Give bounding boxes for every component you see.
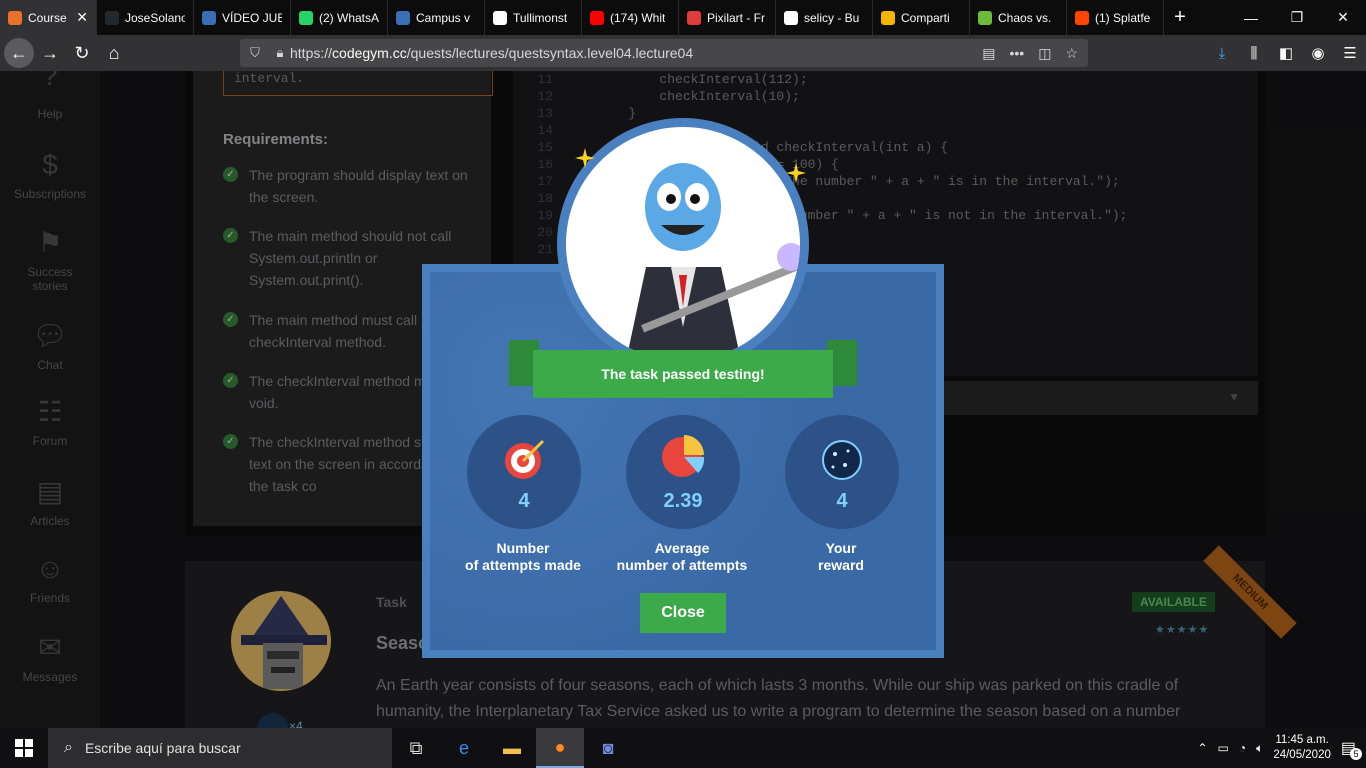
tab-favicon-icon [396,10,410,25]
average-value: 2.39 [663,490,703,512]
close-tab-icon[interactable]: ✕ [76,9,88,26]
tab-label: (2) WhatsA [319,10,379,25]
window-controls: — ❐ ✕ [1228,0,1366,35]
browser-tab[interactable]: Chaos vs. [970,0,1067,35]
notifications-icon[interactable]: ▤ 5 [1341,738,1362,760]
tracking-shield-icon[interactable]: ⛉ [240,45,270,61]
tab-favicon-icon [299,10,313,25]
browser-tab[interactable]: JoseSolano [97,0,194,35]
tab-label: Campus v [416,10,471,25]
volume-icon[interactable]: 🔈︎ [1256,741,1263,756]
lock-icon[interactable]: 🔒︎ [270,45,290,61]
tab-strip: Course ✕ JoseSolano VÍDEO JUE (2) WhatsA Camp… [0,0,1366,35]
browser-tab[interactable]: Course ✕ [0,0,97,35]
tab-label: Chaos vs. [998,10,1052,25]
wifi-icon[interactable]: ◔ [1239,741,1246,755]
browser-tab[interactable]: (1) Splatfe [1067,0,1164,35]
edge-icon[interactable]: e [440,728,488,768]
bookmark-star-icon[interactable]: ☆ [1065,45,1078,62]
target-icon [505,439,545,479]
tab-label: Course [28,10,67,25]
address-bar[interactable]: ⛉ 🔒︎ https://codegym.cc/quests/lectures/… [240,39,1088,67]
tab-label: Comparti [901,10,950,25]
tab-favicon-icon [687,10,701,25]
windows-start-icon[interactable] [0,728,48,768]
tab-label: (1) Splatfe [1095,10,1151,25]
back-button[interactable]: ← [4,38,34,68]
tab-favicon-icon [978,10,992,25]
url-prefix: https:// [290,45,333,61]
browser-tab[interactable]: VÍDEO JUE [194,0,291,35]
search-placeholder: Escribe aquí para buscar [84,740,241,756]
close-window-button[interactable]: ✕ [1320,0,1366,35]
forward-button[interactable]: → [34,37,66,69]
navigation-toolbar: ← → ↻ ⌂ ⛉ 🔒︎ https://codegym.cc/quests/l… [0,35,1366,71]
show-hidden-icons-icon[interactable]: ⌃ [1197,741,1207,755]
browser-tab[interactable]: (174) Whit [582,0,679,35]
close-button[interactable]: Close [640,593,726,633]
tab-favicon-icon [202,10,216,25]
browser-tab[interactable]: Pixilart - Fr [679,0,776,35]
discord-icon[interactable]: ◙ [584,728,632,768]
system-tray: ⌃ ▭ ◔ 🔈︎ 11:45 a.m. 24/05/2020 ▤ 5 [1197,733,1366,763]
windows-taskbar: ⌕ Escribe aquí para buscar ⧉ e ▬ ● ◙ ⌃ ▭… [0,728,1366,768]
tab-label: Pixilart - Fr [707,10,765,25]
sidebar-toggle-icon[interactable]: ◧ [1270,44,1302,62]
clock-time: 11:45 a.m. [1275,734,1329,746]
tab-label: VÍDEO JUE [222,10,282,25]
tab-favicon-icon [881,10,895,25]
clock-date: 24/05/2020 [1273,749,1331,761]
dark-matter-icon [822,440,862,480]
file-explorer-icon[interactable]: ▬ [488,728,536,768]
reward-value: 4 [836,490,848,512]
result-banner: The task passed testing! [533,350,833,398]
tab-label: selicy - Bu [804,10,860,25]
maximize-button[interactable]: ❐ [1274,0,1320,35]
pie-icon [662,435,705,477]
search-icon: ⌕ [64,739,73,756]
browser-tab[interactable]: Tullimonst [485,0,582,35]
tab-favicon-icon [8,10,22,25]
reward-label: Your reward [818,540,864,573]
sparkle-icon [786,163,806,183]
task-view-icon[interactable]: ⧉ [392,728,440,768]
account-icon[interactable]: ◉ [1302,44,1334,62]
attempts-value: 4 [518,490,530,512]
tab-favicon-icon [1075,10,1089,25]
page-actions-button[interactable]: ••• [1009,45,1024,62]
downloads-icon[interactable]: ⤓ [1206,45,1238,62]
home-button[interactable]: ⌂ [98,37,130,69]
url-path: /quests/lectures/questsyntax.level04.lec… [406,45,694,61]
browser-tab[interactable]: (2) WhatsA [291,0,388,35]
tab-label: Tullimonst [513,10,568,25]
tab-label: (174) Whit [610,10,666,25]
browser-tab[interactable]: Campus v [388,0,485,35]
tab-favicon-icon [590,10,604,25]
notification-count: 5 [1350,748,1362,760]
battery-icon[interactable]: ▭ [1218,741,1229,755]
attempts-label: Number of attempts made [465,540,581,573]
url-host: codegym.cc [332,45,407,61]
tab-favicon-icon [105,10,119,25]
browser-tab[interactable]: selicy - Bu [776,0,873,35]
library-icon[interactable]: ⫼ [1238,45,1270,62]
minimize-button[interactable]: — [1228,0,1274,35]
new-tab-button[interactable]: + [1164,0,1196,35]
average-label: Average number of attempts [616,540,748,573]
tab-favicon-icon [784,10,798,25]
pocket-icon[interactable]: ◫ [1038,45,1051,62]
menu-icon[interactable]: ☰ [1334,44,1366,62]
tab-label: JoseSolano [125,10,185,25]
reload-button[interactable]: ↻ [66,37,98,69]
firefox-icon[interactable]: ● [536,728,584,768]
reader-view-icon[interactable]: ▤ [982,45,995,62]
clock[interactable]: 11:45 a.m. 24/05/2020 [1273,733,1331,763]
tab-favicon-icon [493,10,507,25]
taskbar-search-input[interactable]: ⌕ Escribe aquí para buscar [48,728,392,768]
browser-tab[interactable]: Comparti [873,0,970,35]
sparkle-icon [575,148,595,168]
